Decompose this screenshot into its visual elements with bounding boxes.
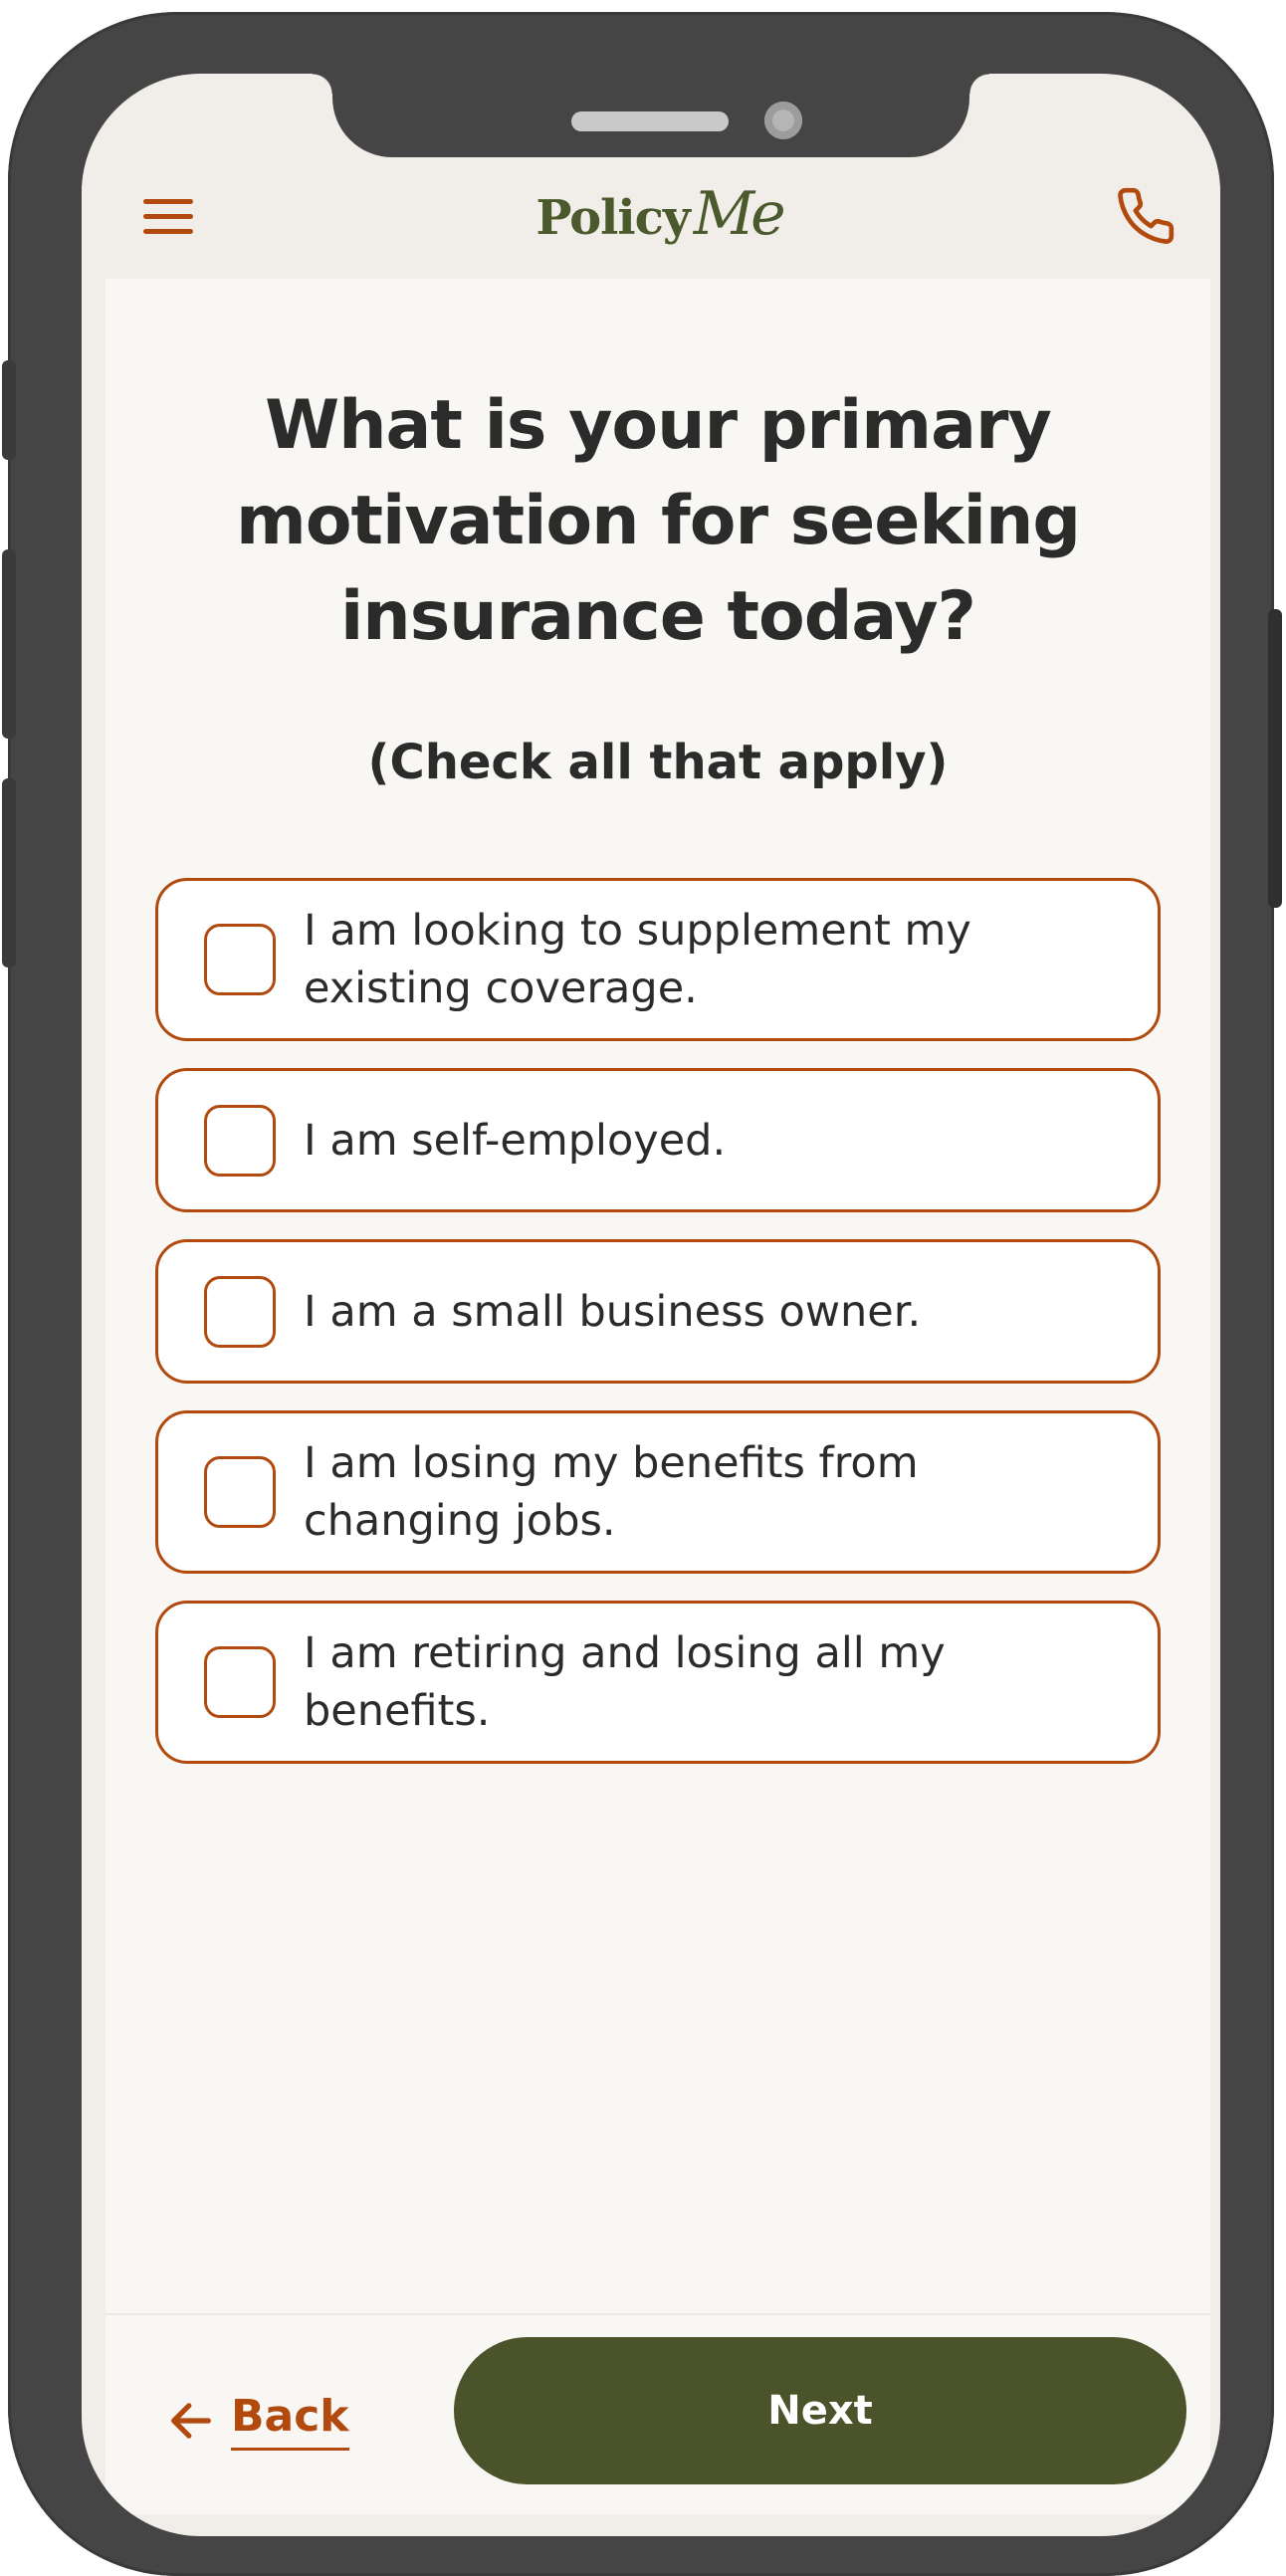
back-label: Back (231, 2391, 349, 2451)
question-subtitle: (Check all that apply) (367, 735, 949, 790)
volume-up-button (2, 549, 16, 739)
speaker-grille (571, 111, 729, 131)
option-retiring[interactable]: I am retiring and losing all my benefits… (155, 1601, 1161, 1764)
option-self-employed[interactable]: I am self-employed. (155, 1068, 1161, 1212)
front-camera (764, 102, 802, 139)
checkbox[interactable] (204, 1456, 276, 1528)
policyme-logo[interactable]: Policy Me (536, 179, 785, 249)
checkbox[interactable] (204, 1104, 276, 1177)
option-label: I am retiring and losing all my benefits… (304, 1628, 946, 1736)
options-list: I am looking to supplement my existing c… (155, 878, 1161, 1791)
checkbox[interactable] (204, 924, 276, 995)
arrow-left-icon (171, 2403, 211, 2439)
option-losing-benefits-jobs[interactable]: I am losing my benefits from changing jo… (155, 1410, 1161, 1574)
silent-switch (2, 360, 16, 460)
option-label: I am a small business owner. (304, 1286, 922, 1337)
checkbox[interactable] (204, 1275, 276, 1348)
phone-screen: Policy Me What is your primary motivatio… (82, 74, 1220, 2536)
question-title: What is your primary motivation for seek… (235, 386, 1081, 656)
back-button[interactable]: Back (165, 2381, 349, 2461)
volume-down-button (2, 778, 16, 967)
option-label: I am looking to supplement my existing c… (304, 906, 971, 1013)
option-small-business-owner[interactable]: I am a small business owner. (155, 1239, 1161, 1384)
logo-policy-text: Policy (536, 190, 690, 246)
footer-divider (106, 2313, 1210, 2315)
hamburger-menu-icon[interactable] (141, 195, 195, 239)
phone-notch (313, 74, 989, 157)
logo-me-text: Me (693, 179, 786, 249)
next-button[interactable]: Next (454, 2337, 1186, 2484)
power-button (1268, 609, 1282, 908)
option-label: I am losing my benefits from changing jo… (304, 1438, 919, 1546)
app-header: Policy Me (82, 157, 1220, 279)
phone-frame: Policy Me What is your primary motivatio… (2, 12, 1282, 2576)
option-label: I am self-employed. (304, 1115, 727, 1166)
option-supplement-coverage[interactable]: I am looking to supplement my existing c… (155, 878, 1161, 1041)
phone-icon[interactable] (1115, 185, 1177, 247)
checkbox[interactable] (204, 1646, 276, 1718)
question-content: What is your primary motivation for seek… (106, 279, 1210, 2514)
